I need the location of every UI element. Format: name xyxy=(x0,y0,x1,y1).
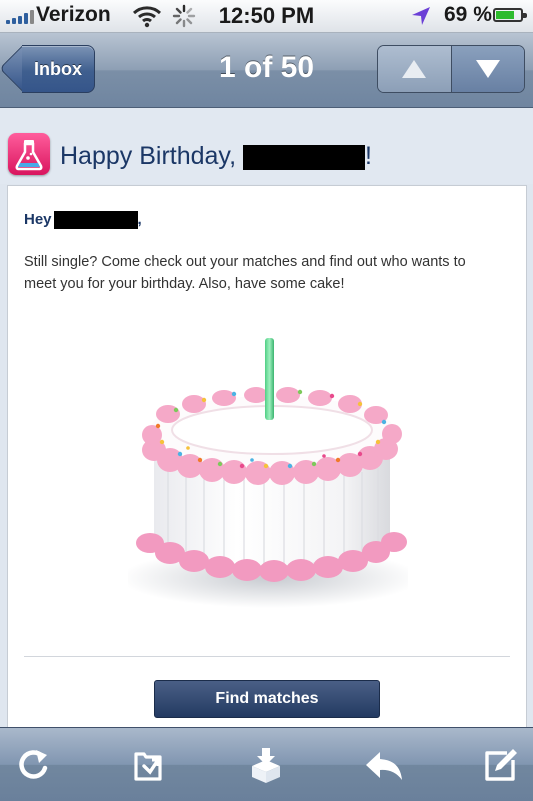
next-message-button[interactable] xyxy=(451,46,524,92)
greeting-suffix: , xyxy=(137,211,142,228)
email-subject: Happy Birthday, ! xyxy=(60,142,372,171)
subject-header: Happy Birthday, ! xyxy=(0,108,533,184)
flask-app-icon xyxy=(8,133,50,175)
back-button-label: Inbox xyxy=(34,59,82,79)
subject-suffix: ! xyxy=(364,142,372,170)
location-arrow-icon xyxy=(410,5,432,33)
subject-prefix: Happy Birthday, xyxy=(60,142,243,170)
greeting-prefix: Hey xyxy=(24,211,52,228)
battery-percent: 69 % xyxy=(444,3,492,26)
compose-icon xyxy=(485,749,517,781)
redacted-name xyxy=(242,144,365,170)
message-nav-segmented-control xyxy=(377,45,525,93)
battery-icon xyxy=(493,8,527,22)
status-bar: Verizon 12:50 PM 69 % xyxy=(0,0,533,33)
move-to-folder-button[interactable] xyxy=(130,746,168,784)
bottom-toolbar xyxy=(0,727,533,801)
redacted-name xyxy=(53,211,138,230)
message-text: Still single? Come check out your matche… xyxy=(24,254,466,292)
divider xyxy=(24,656,510,657)
refresh-button[interactable] xyxy=(14,746,52,784)
down-arrow-icon xyxy=(475,60,500,78)
reply-button[interactable] xyxy=(364,746,402,784)
message-body: Hey, Still single? Come check out your m… xyxy=(7,185,527,731)
up-arrow-icon xyxy=(402,60,427,78)
greeting: Hey, xyxy=(24,211,142,230)
reply-icon xyxy=(366,752,402,780)
compose-button[interactable] xyxy=(481,746,519,784)
refresh-icon xyxy=(19,750,48,779)
find-matches-button[interactable]: Find matches xyxy=(154,680,380,718)
archive-icon xyxy=(252,748,280,783)
move-to-folder-icon xyxy=(134,752,162,781)
previous-message-button[interactable] xyxy=(378,46,452,92)
navigation-bar: Inbox 1 of 50 xyxy=(0,33,533,108)
archive-button[interactable] xyxy=(247,746,285,784)
inbox-back-button[interactable]: Inbox xyxy=(22,45,95,93)
birthday-cake-image xyxy=(128,338,408,608)
